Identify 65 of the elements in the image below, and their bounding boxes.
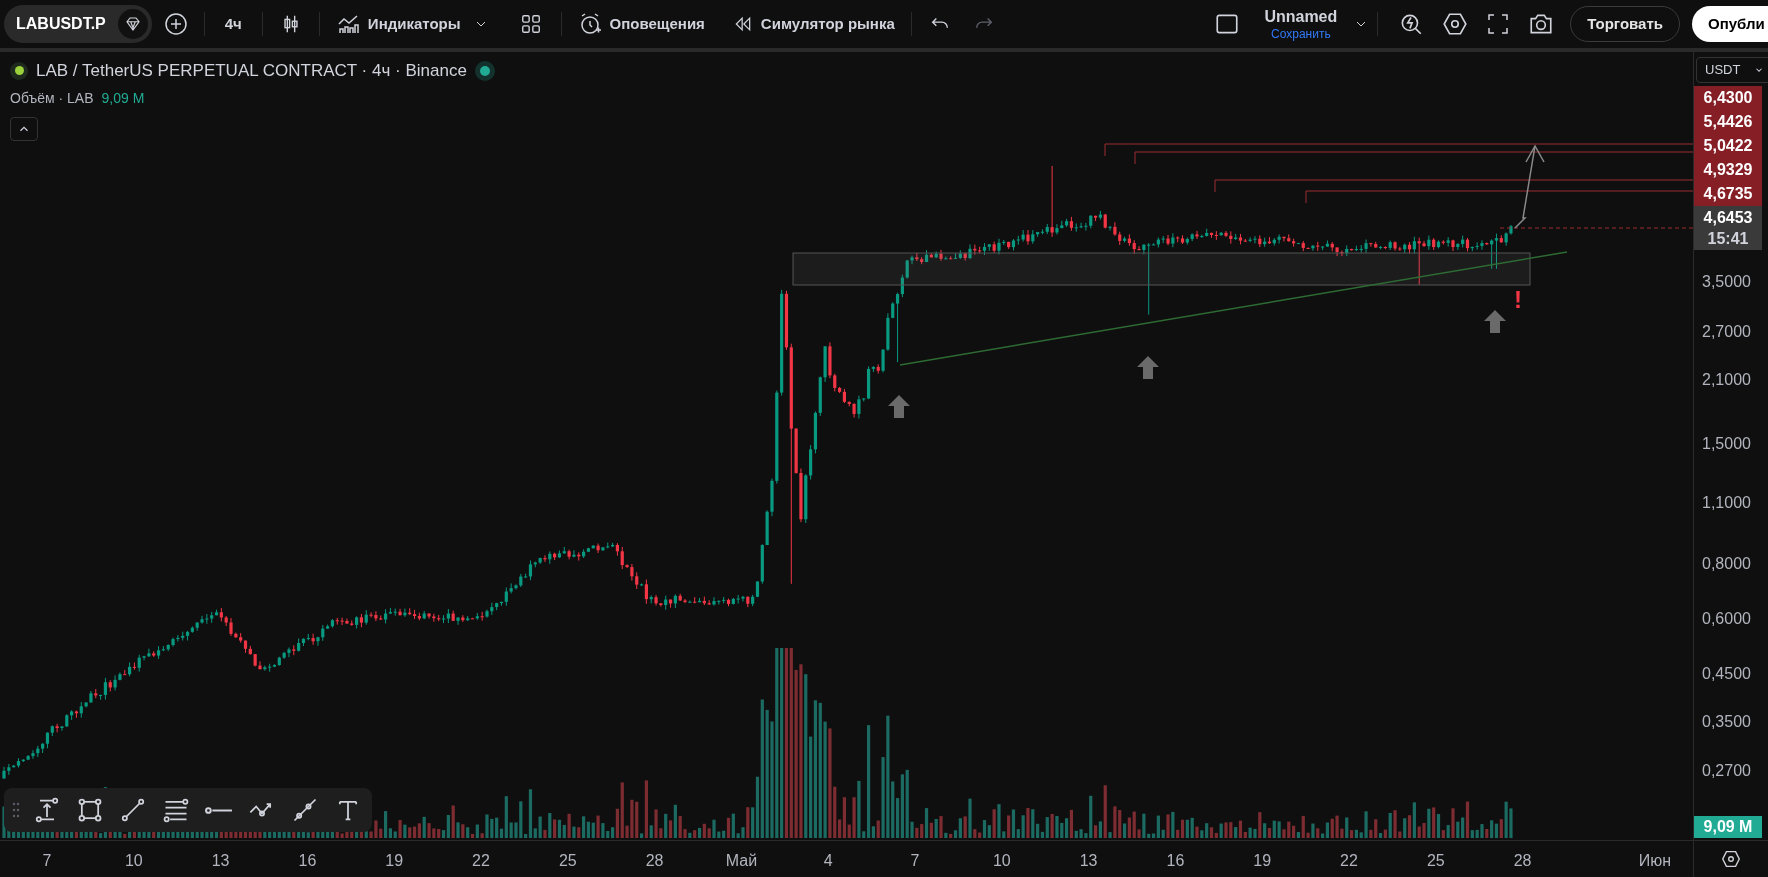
fullscreen-icon[interactable] xyxy=(1486,12,1511,36)
time-tick: 16 xyxy=(298,851,317,871)
price-tick: 2,1000 xyxy=(1702,369,1751,390)
plus-circle-icon xyxy=(163,12,188,36)
horizontal-line-icon xyxy=(205,806,233,814)
grid-icon xyxy=(519,13,542,35)
last-price-label: 4,6453 15:41 xyxy=(1694,206,1762,250)
time-tick: 13 xyxy=(211,851,230,871)
up-arrow-marker xyxy=(1484,310,1506,333)
price-level-label: 4,9329 xyxy=(1694,158,1762,182)
ray-icon xyxy=(291,796,319,824)
time-tick: 22 xyxy=(472,851,490,871)
rectangle-icon xyxy=(76,796,104,824)
publish-button[interactable]: Опубли xyxy=(1692,6,1768,42)
settings-icon[interactable] xyxy=(1720,848,1742,870)
time-tick: 13 xyxy=(1079,851,1098,871)
time-tick: 25 xyxy=(1426,851,1445,871)
indicators-button[interactable]: Индикаторы xyxy=(327,5,469,43)
time-tick: 28 xyxy=(645,851,664,871)
time-tick: 25 xyxy=(558,851,577,871)
line-icon xyxy=(119,796,147,824)
price-tick: 0,3500 xyxy=(1702,711,1751,732)
alerts-button[interactable]: Оповещения xyxy=(569,5,713,43)
symbol-title: LAB / TetherUS PERPETUAL CONTRACT · 4ч · Binance xyxy=(36,60,467,82)
range-icon xyxy=(33,796,61,824)
time-tick: 7 xyxy=(910,851,920,871)
price-tick: 3,5000 xyxy=(1702,272,1751,292)
replay-button[interactable]: Симулятор рынка xyxy=(724,5,903,43)
symbol-name[interactable]: LABUSDT.P xyxy=(16,12,106,36)
time-tick: 4 xyxy=(823,851,833,871)
warning-mark: ! xyxy=(1514,288,1522,312)
grip-handle-icon[interactable] xyxy=(12,802,20,818)
price-tick: 2,7000 xyxy=(1702,321,1751,342)
price-tick: 1,1000 xyxy=(1702,492,1751,513)
time-tick: 28 xyxy=(1513,851,1532,871)
time-tick: 10 xyxy=(992,851,1011,871)
price-tick: 0,4500 xyxy=(1702,663,1751,684)
currency-dropdown[interactable]: USDT xyxy=(1696,57,1768,83)
price-tick: 1,5000 xyxy=(1702,433,1751,454)
price-level-label: 5,0422 xyxy=(1694,134,1762,158)
price-level-label: 6,4300 xyxy=(1694,86,1762,110)
time-tick: 7 xyxy=(42,851,52,871)
up-arrow-marker xyxy=(888,395,910,418)
price-tick: 0,8000 xyxy=(1702,553,1751,574)
time-tick: 19 xyxy=(385,851,404,871)
volume-axis-label: 9,09 M xyxy=(1694,816,1762,838)
lines-icon xyxy=(162,796,190,824)
price-tick: 0,6000 xyxy=(1702,608,1751,629)
volume-value: 9,09 M xyxy=(101,88,145,108)
time-tick: Июн xyxy=(1638,851,1672,871)
up-arrow-marker xyxy=(1137,356,1159,379)
time-tick: 16 xyxy=(1166,851,1185,871)
price-level-label: 5,4426 xyxy=(1694,110,1762,134)
coin-logo-icon xyxy=(10,61,28,80)
volume-label: Объём · LAB xyxy=(10,88,94,108)
settings-icon[interactable] xyxy=(1442,11,1469,37)
interval-button[interactable]: 4ч xyxy=(212,5,254,43)
time-tick: 22 xyxy=(1340,851,1358,871)
price-tick: 0,2700 xyxy=(1702,761,1751,782)
layout-name-button[interactable]: Unnamed Сохранить xyxy=(1252,6,1350,42)
time-tick: 10 xyxy=(124,851,143,871)
symbol-search[interactable]: LABUSDT.P xyxy=(4,5,152,43)
time-tick: Май xyxy=(725,851,758,871)
time-tick: 19 xyxy=(1253,851,1272,871)
price-level-label: 4,6735 xyxy=(1694,182,1762,206)
